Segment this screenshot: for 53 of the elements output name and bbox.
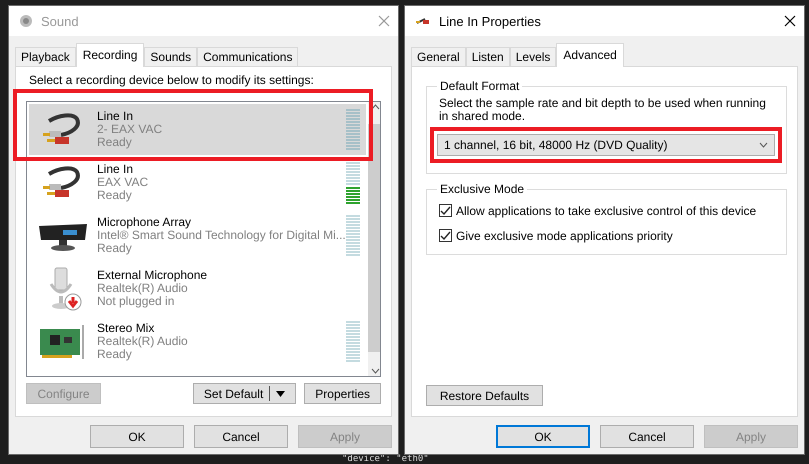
tab[interactable]: Playback <box>15 47 76 66</box>
device-status: Not plugged in <box>97 295 176 308</box>
device-driver: Intel® Smart Sound Technology for Digital Mi... <box>97 229 346 242</box>
split-button[interactable]: Set Default <box>192 383 296 404</box>
chevron-down-icon[interactable] <box>370 368 380 374</box>
properties-button[interactable]: Properties <box>304 383 381 404</box>
dialog-button[interactable]: Cancel <box>600 425 694 448</box>
device-status: Ready <box>97 136 133 149</box>
device-name: Microphone Array <box>97 216 192 229</box>
chevron-up-icon[interactable] <box>370 104 380 110</box>
tab[interactable]: General <box>411 47 466 66</box>
device-status: Ready <box>97 189 133 202</box>
device-name: Stereo Mix <box>97 322 156 335</box>
device-item[interactable]: Microphone Array Intel® Smart Sound Technology for Digital Mi... Ready <box>29 210 366 261</box>
chevron-down-icon <box>759 142 768 148</box>
dialog-button[interactable]: OK <box>496 425 590 448</box>
device-status: Ready <box>97 348 132 361</box>
restore-defaults-button[interactable]: Restore Defaults <box>426 385 543 406</box>
instruction-text: Select a recording device below to modify its settings: <box>28 73 315 87</box>
checkbox-label: Allow applications to take exclusive control of this device <box>456 204 756 218</box>
caret-icon[interactable] <box>276 390 286 396</box>
device-driver: Realtek(R) Audio <box>97 282 188 295</box>
checkbox-label: Give exclusive mode applications priority <box>456 228 673 242</box>
tab[interactable]: Sounds <box>144 47 198 66</box>
device-item[interactable]: External Microphone Realtek(R) Audio Not plugged in <box>29 263 366 314</box>
device-name: Line In <box>97 163 134 176</box>
group-label: Default Format <box>439 79 520 93</box>
dialog-button[interactable]: OK <box>90 425 184 448</box>
checkbox[interactable] <box>439 229 452 242</box>
close-icon[interactable] <box>784 15 796 27</box>
window-title: Sound <box>41 14 80 28</box>
checkbox[interactable] <box>439 204 452 217</box>
device-item[interactable]: Line In 2- EAX VAC Ready <box>29 104 366 155</box>
group-label: Exclusive Mode <box>439 182 526 196</box>
device-item[interactable]: Line In EAX VAC Ready <box>29 157 366 208</box>
device-name: External Microphone <box>97 269 208 282</box>
tab[interactable]: Recording <box>76 43 144 67</box>
device-driver: EAX VAC <box>97 176 150 189</box>
device-status: Ready <box>97 242 133 255</box>
tab[interactable]: Communications <box>197 47 298 66</box>
dialog-button[interactable]: Cancel <box>194 425 288 448</box>
scrollbar[interactable] <box>368 102 380 376</box>
tab[interactable]: Advanced <box>556 43 624 67</box>
format-dropdown[interactable]: 1 channel, 16 bit, 48000 Hz (DVD Quality) <box>437 134 775 156</box>
device-name: Line In <box>97 110 134 123</box>
tab[interactable]: Listen <box>466 47 510 66</box>
description-text: Select the sample rate and bit depth to be used when running in shared mode. <box>438 97 767 123</box>
tab[interactable]: Levels <box>510 47 556 66</box>
window-title: Line In Properties <box>439 14 542 28</box>
device-item[interactable]: Stereo Mix Realtek(R) Audio Ready <box>29 316 366 367</box>
device-driver: 2- EAX VAC <box>97 123 164 136</box>
speaker-icon <box>19 14 33 28</box>
device-driver: Realtek(R) Audio <box>97 335 189 348</box>
